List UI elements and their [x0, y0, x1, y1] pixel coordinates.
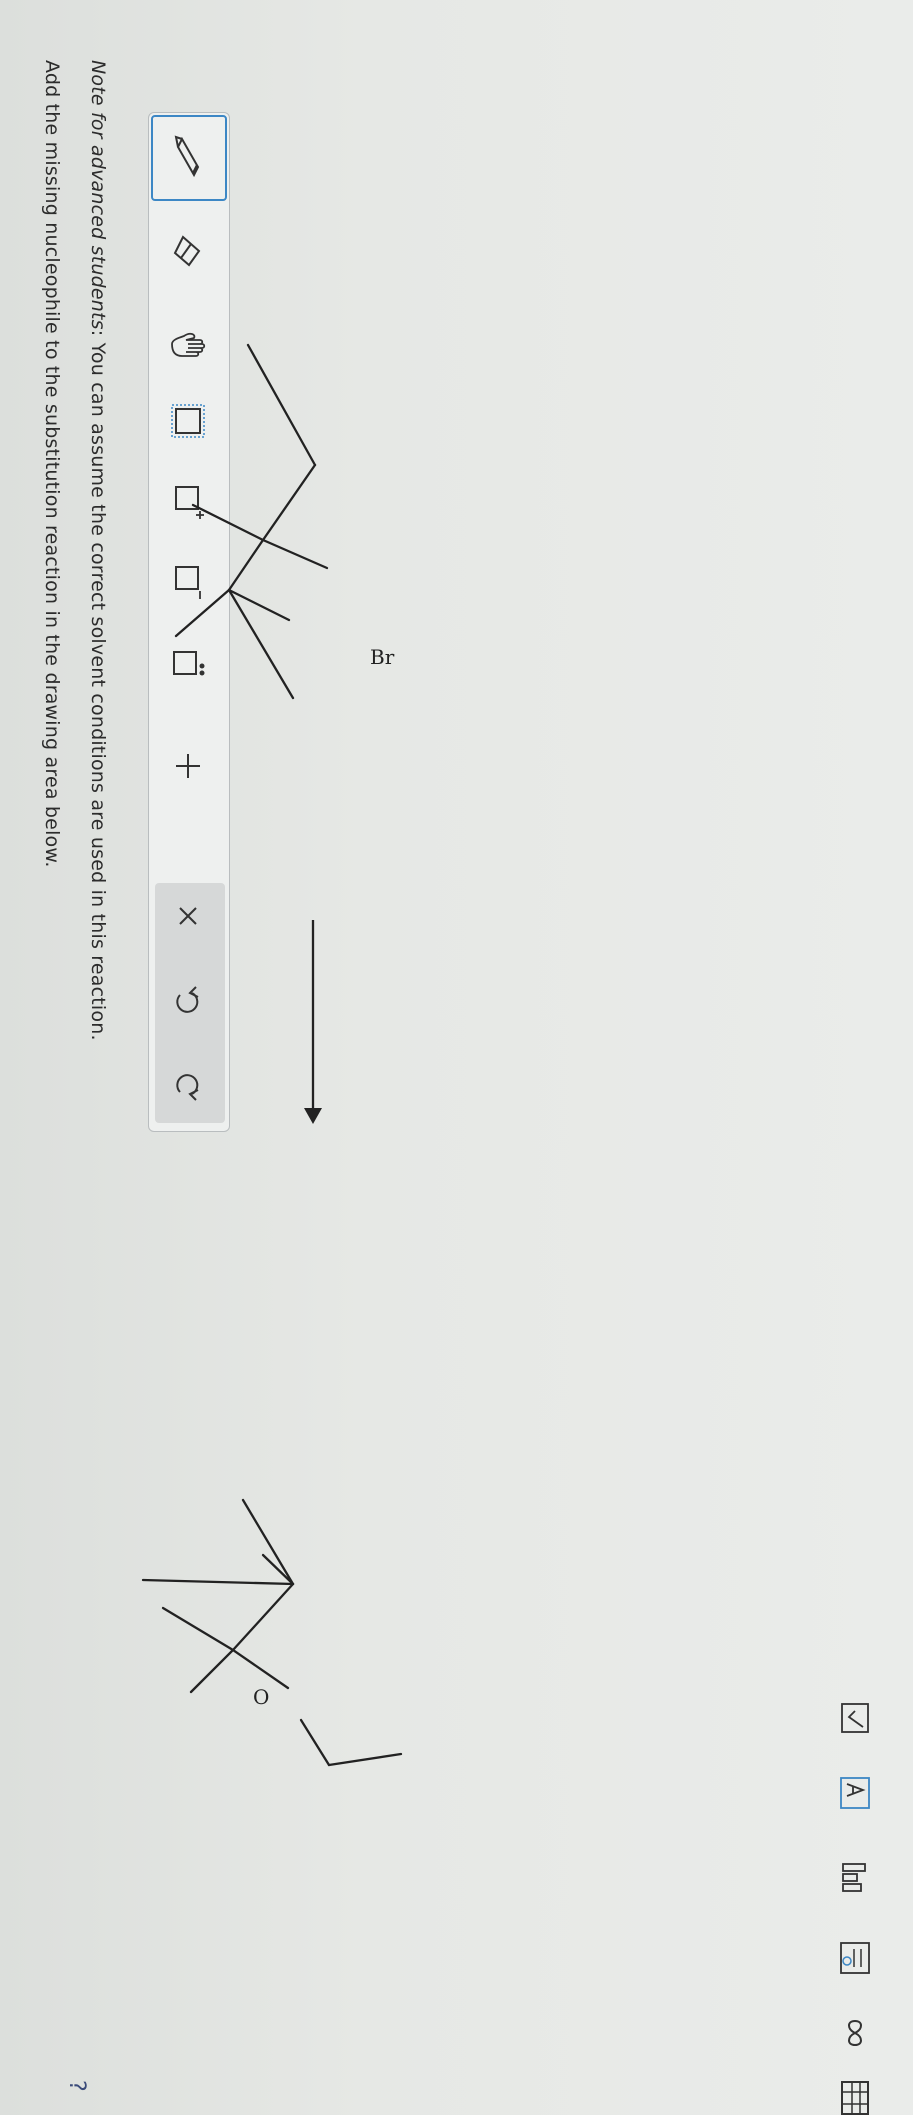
template-button[interactable]	[837, 1940, 873, 1976]
product-molecule[interactable]	[141, 1498, 403, 1767]
template-icon	[840, 1942, 870, 1974]
side-toolbar	[813, 1700, 893, 2115]
bar-chart-icon	[842, 1863, 866, 1892]
ring-button[interactable]	[837, 2015, 873, 2051]
text-format-button[interactable]	[837, 1775, 873, 1811]
infinity-icon	[848, 2019, 862, 2047]
screen: Add the missing nucleophile to the subst…	[0, 0, 913, 2115]
marvin-sketch-button[interactable]	[837, 1700, 873, 1736]
bar-chart-button[interactable]	[837, 1860, 873, 1896]
bromine-label: Br	[370, 645, 395, 669]
rotated-page: Add the missing nucleophile to the subst…	[0, 0, 913, 2115]
checkbox-icon	[841, 1703, 869, 1733]
text-format-icon	[840, 1777, 870, 1809]
reactant-molecule[interactable]	[174, 343, 329, 700]
periodic-table-button[interactable]	[837, 2080, 873, 2115]
drawing-area[interactable]: Br O	[0, 0, 913, 2115]
periodic-table-icon	[841, 2081, 869, 2115]
oxygen-label: O	[253, 1685, 269, 1709]
reaction-arrow	[304, 920, 322, 1124]
